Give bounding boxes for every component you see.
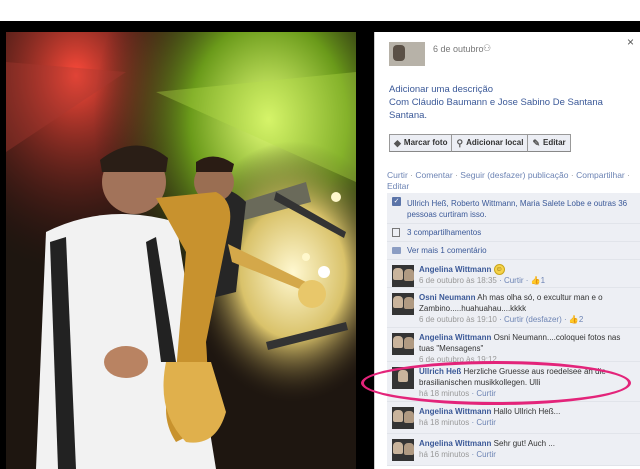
share-link[interactable]: Compartilhar — [576, 170, 625, 180]
likes-summary: ✓ Ullrich Heß, Roberto Wittmann, Maria S… — [387, 193, 640, 224]
photo-side-panel: × 6 de outubro ⚇ Adicionar uma descrição… — [374, 32, 640, 469]
location-pin-icon: ⚲ — [456, 138, 464, 148]
lightbox-top-bar — [0, 21, 640, 32]
separator: · — [410, 170, 413, 180]
separator: · — [570, 170, 574, 180]
comment-like-link[interactable]: Curtir — [476, 450, 496, 459]
tagged-with-line-1[interactable]: Com Cláudio Baumann e Jose Sabino De San… — [389, 96, 629, 109]
separator: · — [627, 170, 630, 180]
pencil-icon: ✎ — [532, 138, 540, 148]
audience-icon[interactable]: ⚇ — [483, 43, 491, 54]
follow-link[interactable]: Seguir (desfazer) publicação — [460, 170, 568, 180]
comment-author[interactable]: Angelina Wittmann — [419, 333, 491, 342]
comment-item-highlighted: Ullrich Heß Herzliche Gruesse aus roedel… — [387, 362, 640, 402]
comment-like-count[interactable]: 2 — [579, 315, 583, 324]
close-icon[interactable]: × — [627, 35, 634, 49]
like-link[interactable]: Curtir — [387, 170, 408, 180]
comment-meta: há 18 minutos · Curtir — [419, 389, 496, 398]
avatar[interactable] — [392, 439, 414, 461]
add-location-button[interactable]: ⚲ Adicionar local — [452, 134, 529, 152]
comment-author[interactable]: Ullrich Heß — [419, 367, 461, 376]
post-actions: Curtir · Comentar · Seguir (desfazer) pu… — [387, 170, 635, 192]
comment-like-link[interactable]: Curtir — [476, 389, 496, 398]
view-more-text[interactable]: Ver mais 1 comentário — [407, 246, 487, 255]
view-more-comments[interactable]: Ver mais 1 comentário — [387, 242, 640, 260]
comment-time[interactable]: 6 de outubro às 18:35 — [419, 276, 497, 285]
comment-author[interactable]: Osni Neumann — [419, 293, 475, 302]
comment-body: Ullrich Heß Herzliche Gruesse aus roedel… — [419, 366, 637, 399]
comment-item: Angelina Wittmann Hallo Ullrich Heß... h… — [387, 402, 640, 434]
photo-action-buttons: ◆ Marcar foto ⚲ Adicionar local ✎ Editar — [389, 134, 571, 152]
comment-time[interactable]: há 18 minutos — [419, 418, 469, 427]
avatar[interactable] — [392, 293, 414, 315]
comment-body: Angelina Wittmann Osni Neumann....coloqu… — [419, 332, 637, 365]
comment-body: Angelina Wittmann Sehr gut! Auch ... há … — [419, 438, 637, 460]
comment-item: Osni Neumann Ah mas olha só, o excultur … — [387, 288, 640, 328]
comment-body: Angelina Wittmann ☺ 6 de outubro às 18:3… — [419, 264, 637, 286]
avatar[interactable] — [392, 265, 414, 287]
comment-like-link[interactable]: Curtir (desfazer) — [504, 315, 562, 324]
comment-time[interactable]: há 16 minutos — [419, 450, 469, 459]
comment-item: Angelina Wittmann Sehr gut! Auch ... há … — [387, 434, 640, 466]
comment-link[interactable]: Comentar — [415, 170, 452, 180]
edit-link[interactable]: Editar — [387, 181, 409, 191]
thumbs-up-icon: ✓ — [392, 197, 401, 206]
comment-author[interactable]: Angelina Wittmann — [419, 265, 491, 274]
tag-icon: ◆ — [394, 138, 401, 148]
comment-meta: 6 de outubro às 19:10 · Curtir (desfazer… — [419, 315, 584, 324]
tag-photo-label: Marcar foto — [403, 138, 448, 147]
edit-button[interactable]: ✎ Editar — [528, 134, 571, 152]
thumbs-up-icon: 👍 — [568, 315, 579, 324]
shares-text[interactable]: 3 compartilhamentos — [407, 228, 481, 237]
smiley-emoji-icon: ☺ — [493, 264, 505, 276]
comment-author[interactable]: Angelina Wittmann — [419, 407, 491, 416]
edit-label: Editar — [542, 138, 566, 147]
comment-body: Osni Neumann Ah mas olha só, o excultur … — [419, 292, 637, 325]
photo-band-saxophone-trumpet[interactable] — [6, 32, 356, 469]
owner-avatar[interactable] — [389, 42, 425, 66]
description-block: Adicionar uma descrição Com Cláudio Baum… — [389, 83, 629, 122]
likes-text[interactable]: Ullrich Heß, Roberto Wittmann, Maria Sal… — [407, 198, 637, 220]
post-date[interactable]: 6 de outubro — [433, 44, 484, 54]
tag-photo-button[interactable]: ◆ Marcar foto — [389, 134, 453, 152]
comment-body: Angelina Wittmann Hallo Ullrich Heß... h… — [419, 406, 637, 428]
share-icon — [392, 228, 400, 237]
add-description-link[interactable]: Adicionar uma descrição — [389, 83, 629, 96]
add-location-label: Adicionar local — [466, 138, 524, 147]
comment-meta: há 16 minutos · Curtir — [419, 450, 496, 459]
comment-time[interactable]: há 18 minutos — [419, 389, 469, 398]
comment-meta: 6 de outubro às 18:35 · Curtir · 👍1 — [419, 276, 546, 286]
avatar[interactable] — [392, 407, 414, 429]
comment-bubble-icon — [392, 247, 401, 254]
comment-item: Angelina Wittmann Osni Neumann....coloqu… — [387, 328, 640, 365]
feedback-box: ✓ Ullrich Heß, Roberto Wittmann, Maria S… — [387, 193, 640, 466]
comment-meta: há 18 minutos · Curtir — [419, 418, 496, 427]
top-strip — [0, 0, 640, 21]
comment-like-count[interactable]: 1 — [541, 276, 545, 285]
separator: · — [455, 170, 458, 180]
shares-summary: 3 compartilhamentos — [387, 224, 640, 242]
comment-item: Angelina Wittmann ☺ 6 de outubro às 18:3… — [387, 260, 640, 288]
comment-text: Hallo Ullrich Heß... — [493, 407, 561, 416]
comment-like-link[interactable]: Curtir — [504, 276, 524, 285]
comment-author[interactable]: Angelina Wittmann — [419, 439, 491, 448]
comment-text: Sehr gut! Auch ... — [493, 439, 555, 448]
avatar[interactable] — [392, 333, 414, 355]
comment-like-link[interactable]: Curtir — [476, 418, 496, 427]
tagged-with-line-2[interactable]: Santana. — [389, 109, 629, 122]
comment-time[interactable]: 6 de outubro às 19:10 — [419, 315, 497, 324]
avatar[interactable] — [392, 367, 414, 389]
thumbs-up-icon: 👍 — [530, 276, 541, 286]
